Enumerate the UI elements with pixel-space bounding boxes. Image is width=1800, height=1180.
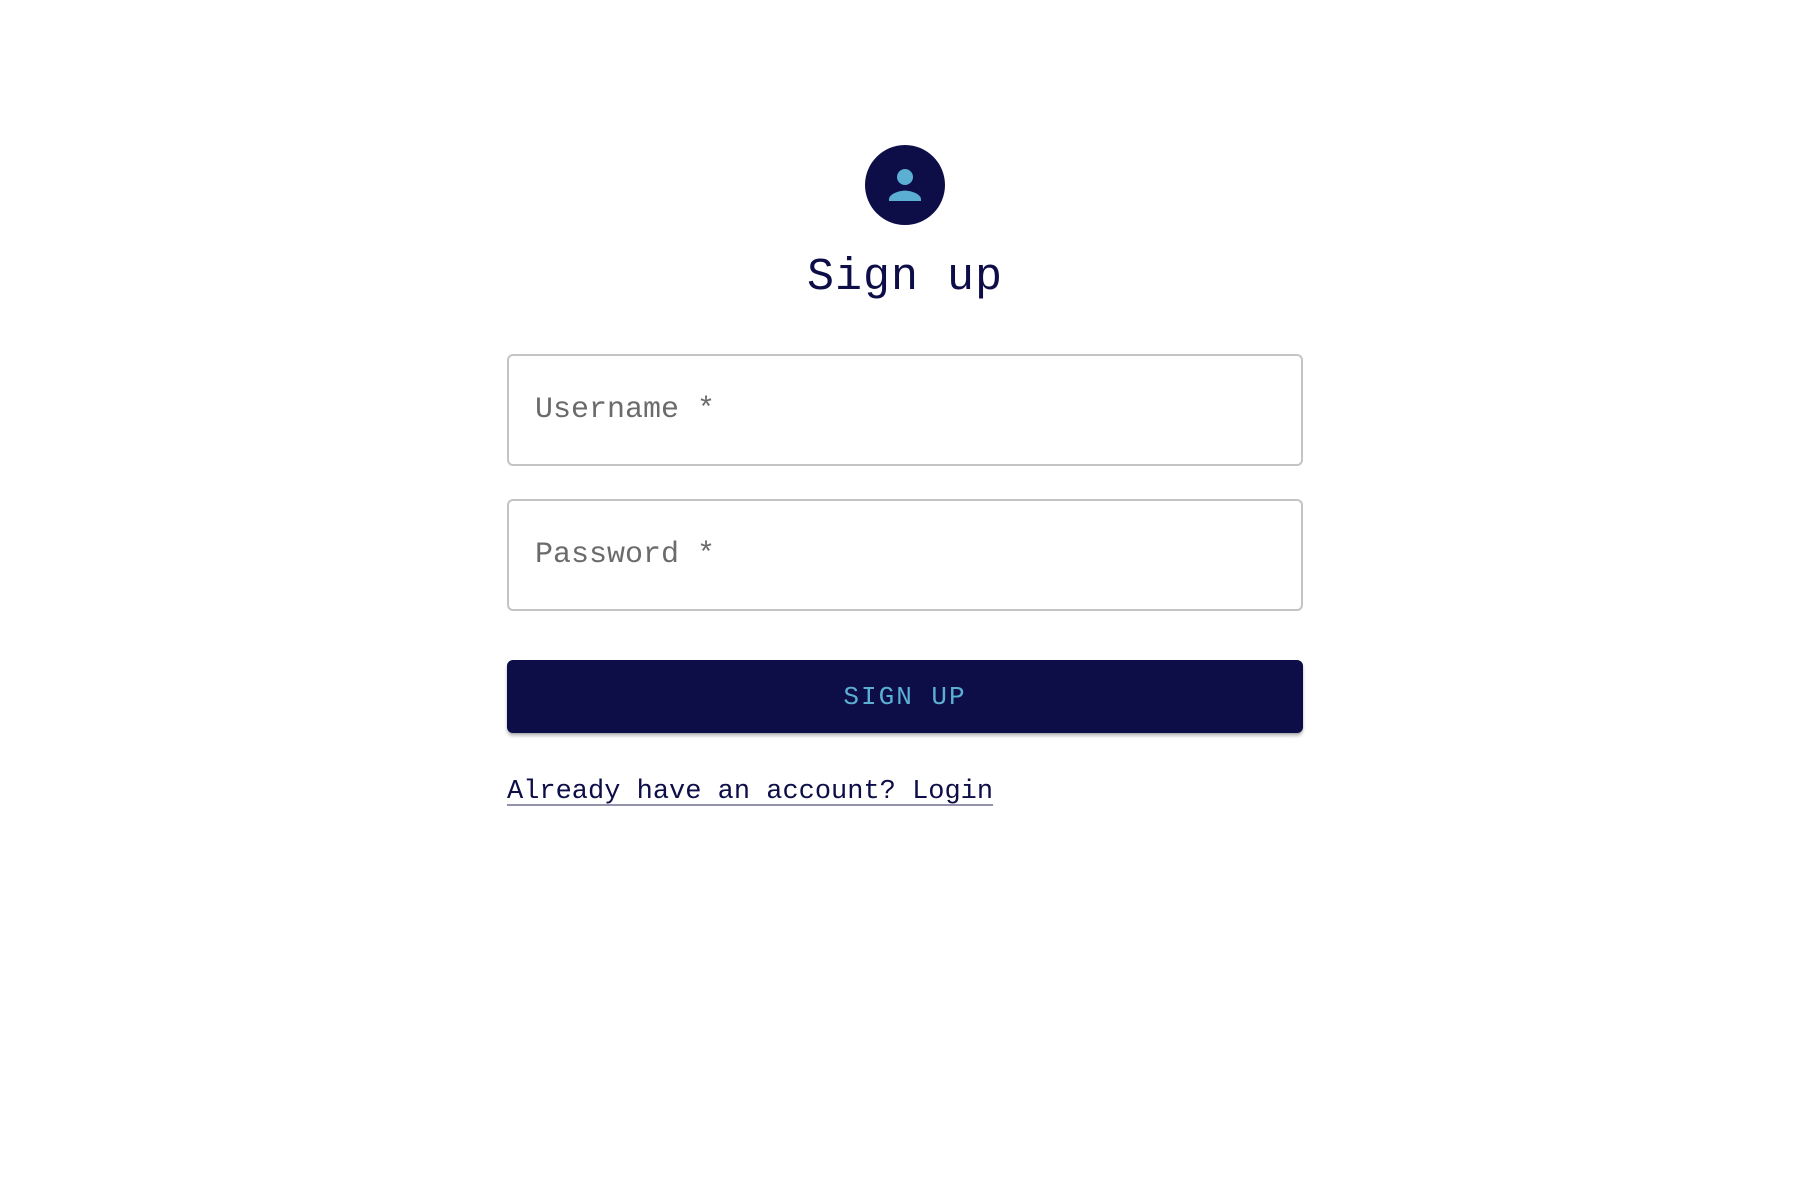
- username-field[interactable]: [507, 354, 1303, 466]
- login-link[interactable]: Already have an account? Login: [507, 777, 993, 807]
- signup-form: SIGN UP: [507, 354, 1303, 733]
- login-link-row: Already have an account? Login: [507, 777, 1303, 807]
- username-input[interactable]: [509, 356, 1301, 464]
- person-icon: [889, 169, 921, 201]
- signup-button[interactable]: SIGN UP: [507, 660, 1303, 733]
- password-input[interactable]: [509, 501, 1301, 609]
- avatar: [865, 145, 945, 225]
- page-title: Sign up: [806, 252, 1004, 303]
- signup-container: Sign up SIGN UP Already have an account?…: [507, 145, 1303, 807]
- signup-page: Sign up SIGN UP Already have an account?…: [0, 0, 1800, 1180]
- password-field[interactable]: [507, 499, 1303, 611]
